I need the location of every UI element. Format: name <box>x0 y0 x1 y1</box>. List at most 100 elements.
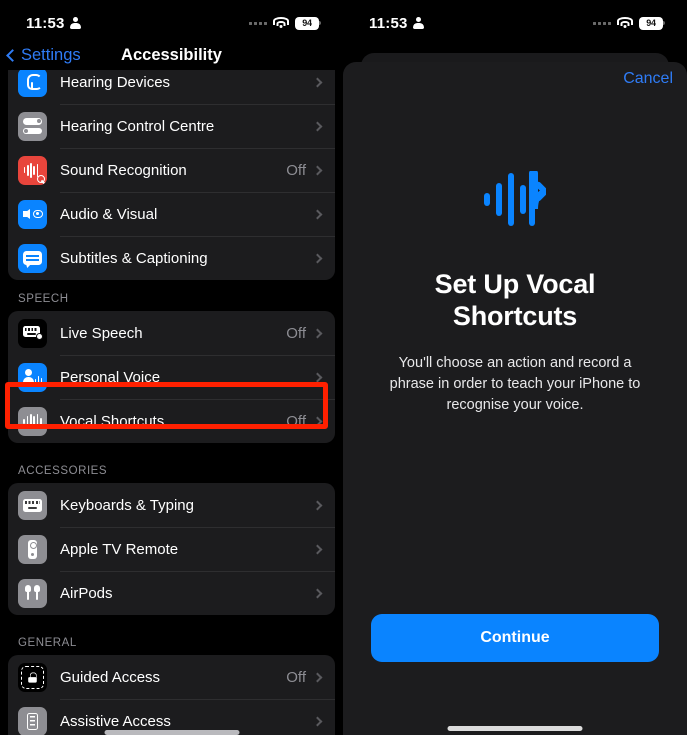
continue-button[interactable]: Continue <box>371 614 659 662</box>
list-item[interactable]: Sound Recognition Off <box>8 148 335 192</box>
list-item[interactable]: Keyboards & Typing <box>8 483 335 527</box>
left-phone-panel: 11:53 94 Settings Accessibility Hearing … <box>0 0 343 735</box>
list-item-label: Hearing Control Centre <box>60 117 215 135</box>
chevron-right-icon <box>312 165 323 175</box>
battery-indicator: 94 <box>639 16 665 30</box>
list-item[interactable]: Guided Access Off <box>8 655 335 699</box>
home-indicator <box>104 730 239 735</box>
list-item-label: Audio & Visual <box>60 205 158 223</box>
status-bar-right: 11:53 94 <box>343 0 687 40</box>
chevron-right-icon <box>312 209 323 219</box>
back-button[interactable]: Settings <box>6 45 81 65</box>
status-time: 11:53 <box>26 14 65 32</box>
battery-level: 94 <box>646 17 656 28</box>
settings-group-general: Guided Access Off Assistive Access Siri <box>8 655 335 735</box>
navigation-bar: Settings Accessibility <box>0 40 343 70</box>
guided-access-icon <box>18 662 47 692</box>
toggles-icon <box>18 111 47 141</box>
group-header-accessories: ACCESSORIES <box>18 465 108 477</box>
chevron-right-icon <box>312 500 323 510</box>
keyboard-icon <box>18 490 47 520</box>
settings-list[interactable]: Hearing Devices Hearing Control Centre S… <box>0 70 343 735</box>
list-item-value: Off <box>286 324 306 342</box>
settings-group-accessories: Keyboards & Typing Apple TV Remote AirPo… <box>8 483 335 615</box>
list-item[interactable]: AirPods <box>8 571 335 615</box>
hearing-device-icon <box>18 70 47 97</box>
list-item-value: Off <box>286 412 306 430</box>
list-item-label: Subtitles & Captioning <box>60 249 208 267</box>
list-item-label: Guided Access <box>60 668 161 686</box>
chevron-right-icon <box>312 588 323 598</box>
battery-indicator: 94 <box>295 16 321 30</box>
status-bar-right-group: 94 <box>249 16 321 30</box>
list-item-label: Hearing Devices <box>60 73 171 91</box>
chevron-right-icon <box>312 253 323 263</box>
list-item-label: Assistive Access <box>60 712 171 730</box>
chevron-right-icon <box>312 672 323 682</box>
group-header-speech: SPEECH <box>18 293 69 305</box>
list-item[interactable]: Personal Voice <box>8 355 335 399</box>
settings-group-speech: Live Speech Off Personal Voice Vocal Sho… <box>8 311 335 443</box>
list-item[interactable]: Hearing Devices <box>8 70 335 104</box>
home-indicator <box>447 726 583 731</box>
live-speech-icon <box>18 318 47 348</box>
vocal-shortcuts-setup-sheet: Cancel Set Up Vocal Shortcuts You'll cho… <box>343 62 687 735</box>
subtitles-icon <box>18 243 47 273</box>
sheet-description: You'll choose an action and record a phr… <box>389 354 641 413</box>
list-item-value: Off <box>286 161 306 179</box>
group-header-general: GENERAL <box>18 637 77 649</box>
cellular-dots-icon <box>249 21 267 25</box>
sheet-toolbar: Cancel <box>343 62 687 96</box>
continue-button-wrapper: Continue <box>343 614 687 735</box>
list-item[interactable]: Apple TV Remote <box>8 527 335 571</box>
cellular-dots-icon <box>593 21 611 25</box>
chevron-right-icon <box>312 121 323 131</box>
list-item[interactable]: Audio & Visual <box>8 192 335 236</box>
settings-group-hearing: Hearing Devices Hearing Control Centre S… <box>8 70 335 280</box>
person-icon <box>412 16 424 30</box>
list-item-label: Vocal Shortcuts <box>60 412 165 430</box>
chevron-right-icon <box>312 328 323 338</box>
status-bar-right-group: 94 <box>593 16 665 30</box>
page-title: Accessibility <box>121 45 222 64</box>
chevron-right-icon <box>312 544 323 554</box>
chevron-left-icon <box>6 48 19 62</box>
status-bar-left-group: 11:53 <box>26 15 81 32</box>
list-item[interactable]: Hearing Control Centre <box>8 104 335 148</box>
status-bar-left-group: 11:53 <box>369 15 424 32</box>
sheet-title: Set Up Vocal Shortcuts <box>434 269 596 331</box>
list-item-label: Apple TV Remote <box>60 540 179 558</box>
sheet-content: Set Up Vocal Shortcuts You'll choose an … <box>343 96 687 614</box>
chevron-right-icon <box>312 716 323 726</box>
wifi-icon <box>273 17 289 29</box>
audio-visual-icon <box>18 199 47 229</box>
cancel-button[interactable]: Cancel <box>623 70 673 88</box>
status-time: 11:53 <box>369 14 408 32</box>
wifi-icon <box>617 17 633 29</box>
list-item-vocal-shortcuts[interactable]: Vocal Shortcuts Off <box>8 399 335 443</box>
chevron-right-icon <box>312 372 323 382</box>
person-icon <box>69 16 81 30</box>
personal-voice-icon <box>18 362 47 392</box>
chevron-right-icon <box>312 77 323 87</box>
airpods-icon <box>18 578 47 608</box>
back-button-label: Settings <box>21 45 81 64</box>
screenshot-root: 11:53 94 Settings Accessibility Hearing … <box>0 0 687 735</box>
list-item-label: Personal Voice <box>60 368 161 386</box>
list-item[interactable]: Subtitles & Captioning <box>8 236 335 280</box>
list-item-label: AirPods <box>60 584 113 602</box>
chevron-right-icon <box>312 416 323 426</box>
status-bar-left: 11:53 94 <box>0 0 343 40</box>
sound-recognition-icon <box>18 155 47 185</box>
assistive-access-icon <box>18 706 47 735</box>
list-item-label: Live Speech <box>60 324 143 342</box>
list-item[interactable]: Live Speech Off <box>8 311 335 355</box>
apple-tv-remote-icon <box>18 534 47 564</box>
battery-level: 94 <box>302 17 312 28</box>
vocal-shortcuts-icon <box>18 406 47 436</box>
list-item-label: Sound Recognition <box>60 161 187 179</box>
list-item-value: Off <box>286 668 306 686</box>
right-phone-panel: 11:53 94 Cancel Set Up Vocal Shortcuts Y… <box>343 0 687 735</box>
list-item-label: Keyboards & Typing <box>60 496 194 514</box>
vocal-shortcuts-waveform-arrow-icon <box>484 171 546 226</box>
